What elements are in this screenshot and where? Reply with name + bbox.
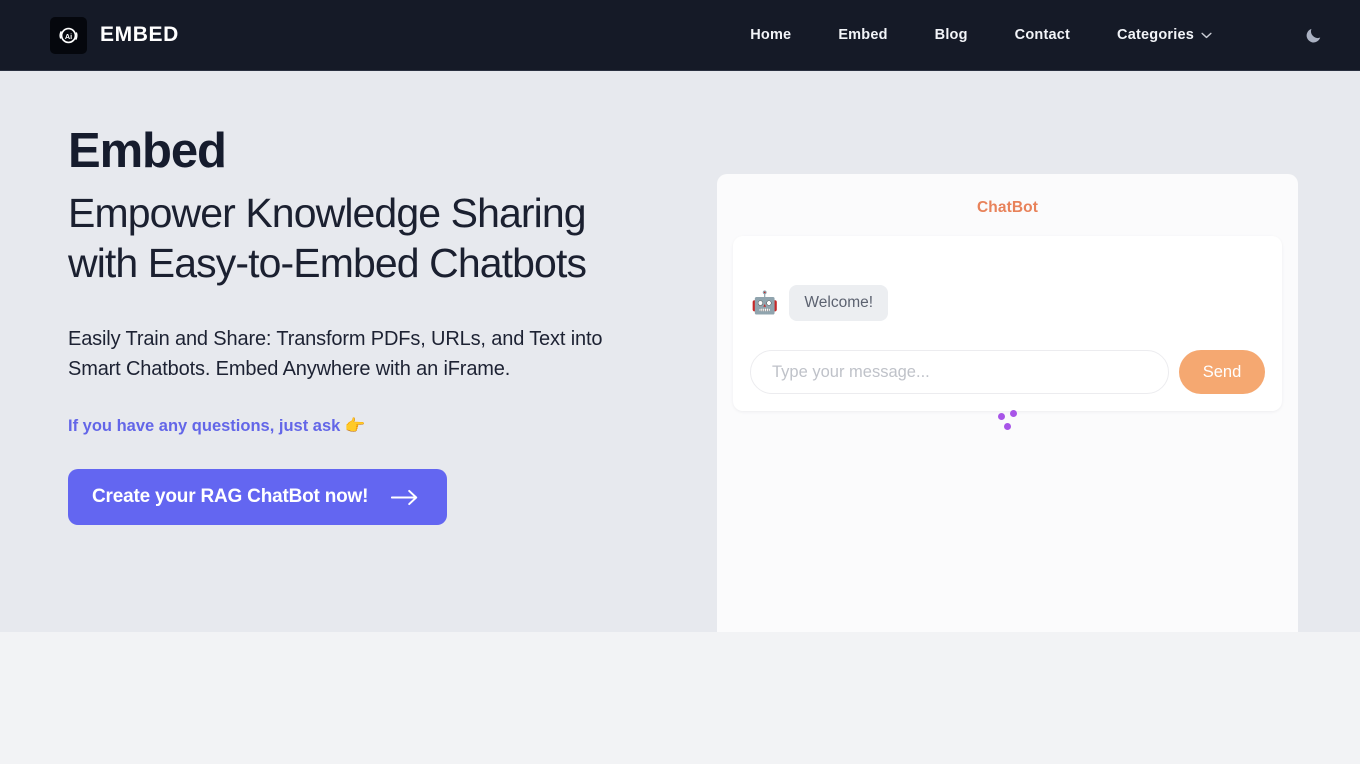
three-dots-loader-icon	[997, 407, 1019, 430]
ai-circle-logo-icon: Ai	[50, 16, 87, 54]
nav-item-label: Embed	[838, 27, 888, 43]
chat-loading-indicator	[717, 407, 1298, 430]
nav-item-label: Categories	[1117, 27, 1194, 43]
brand-name: EMBED	[100, 23, 179, 46]
nav-item-home[interactable]: Home	[750, 27, 791, 43]
nav-item-label: Blog	[934, 27, 968, 43]
chat-input-row: Send	[750, 350, 1265, 394]
arrow-right-icon	[391, 489, 418, 505]
nav-item-blog[interactable]: Blog	[935, 27, 968, 43]
moon-icon	[1306, 28, 1320, 42]
nav-item-categories[interactable]: Categories	[1117, 27, 1212, 43]
hero-kicker: Embed	[68, 124, 227, 178]
main-nav: Home Embed Blog Contact Categories	[750, 22, 1326, 48]
chat-send-button[interactable]: Send	[1179, 350, 1265, 394]
create-chatbot-button[interactable]: Create your RAG ChatBot now!	[68, 469, 448, 526]
chatbot-preview-panel: ChatBot 🤖 Welcome! Send	[717, 174, 1298, 674]
chat-message: 🤖 Welcome!	[751, 285, 889, 321]
lower-section: Home Price Blog About Log out → Embed: S…	[0, 632, 1360, 764]
robot-emoji-icon: 🤖	[751, 290, 779, 315]
chatbot-title: ChatBot	[977, 199, 1038, 216]
nav-item-contact[interactable]: Contact	[1015, 27, 1070, 43]
site-header: Ai EMBED Home Embed Blog Contact Categor…	[0, 0, 1360, 71]
chat-message-input[interactable]	[750, 350, 1169, 394]
hero-content: Embed Empower Knowledge Sharing with Eas…	[0, 71, 660, 632]
brand[interactable]: Ai EMBED	[50, 16, 179, 54]
chatbot-conversation-card: 🤖 Welcome! Send	[733, 236, 1282, 411]
chevron-down-icon	[1201, 32, 1212, 38]
hero-section: Embed Empower Knowledge Sharing with Eas…	[0, 71, 1360, 674]
svg-text:Ai: Ai	[65, 31, 72, 40]
nav-item-label: Contact	[1014, 27, 1071, 43]
theme-toggle-button[interactable]	[1300, 22, 1326, 48]
create-chatbot-label: Create your RAG ChatBot now!	[92, 486, 369, 508]
nav-item-embed[interactable]: Embed	[838, 27, 887, 43]
questions-link[interactable]: If you have any questions, just ask 👉	[68, 417, 365, 436]
hero-subtitle: Easily Train and Share: Transform PDFs, …	[68, 327, 603, 381]
nav-item-label: Home	[750, 27, 792, 43]
chat-message-text: Welcome!	[789, 285, 889, 321]
hero-title: Empower Knowledge Sharing with Easy-to-E…	[68, 190, 587, 287]
